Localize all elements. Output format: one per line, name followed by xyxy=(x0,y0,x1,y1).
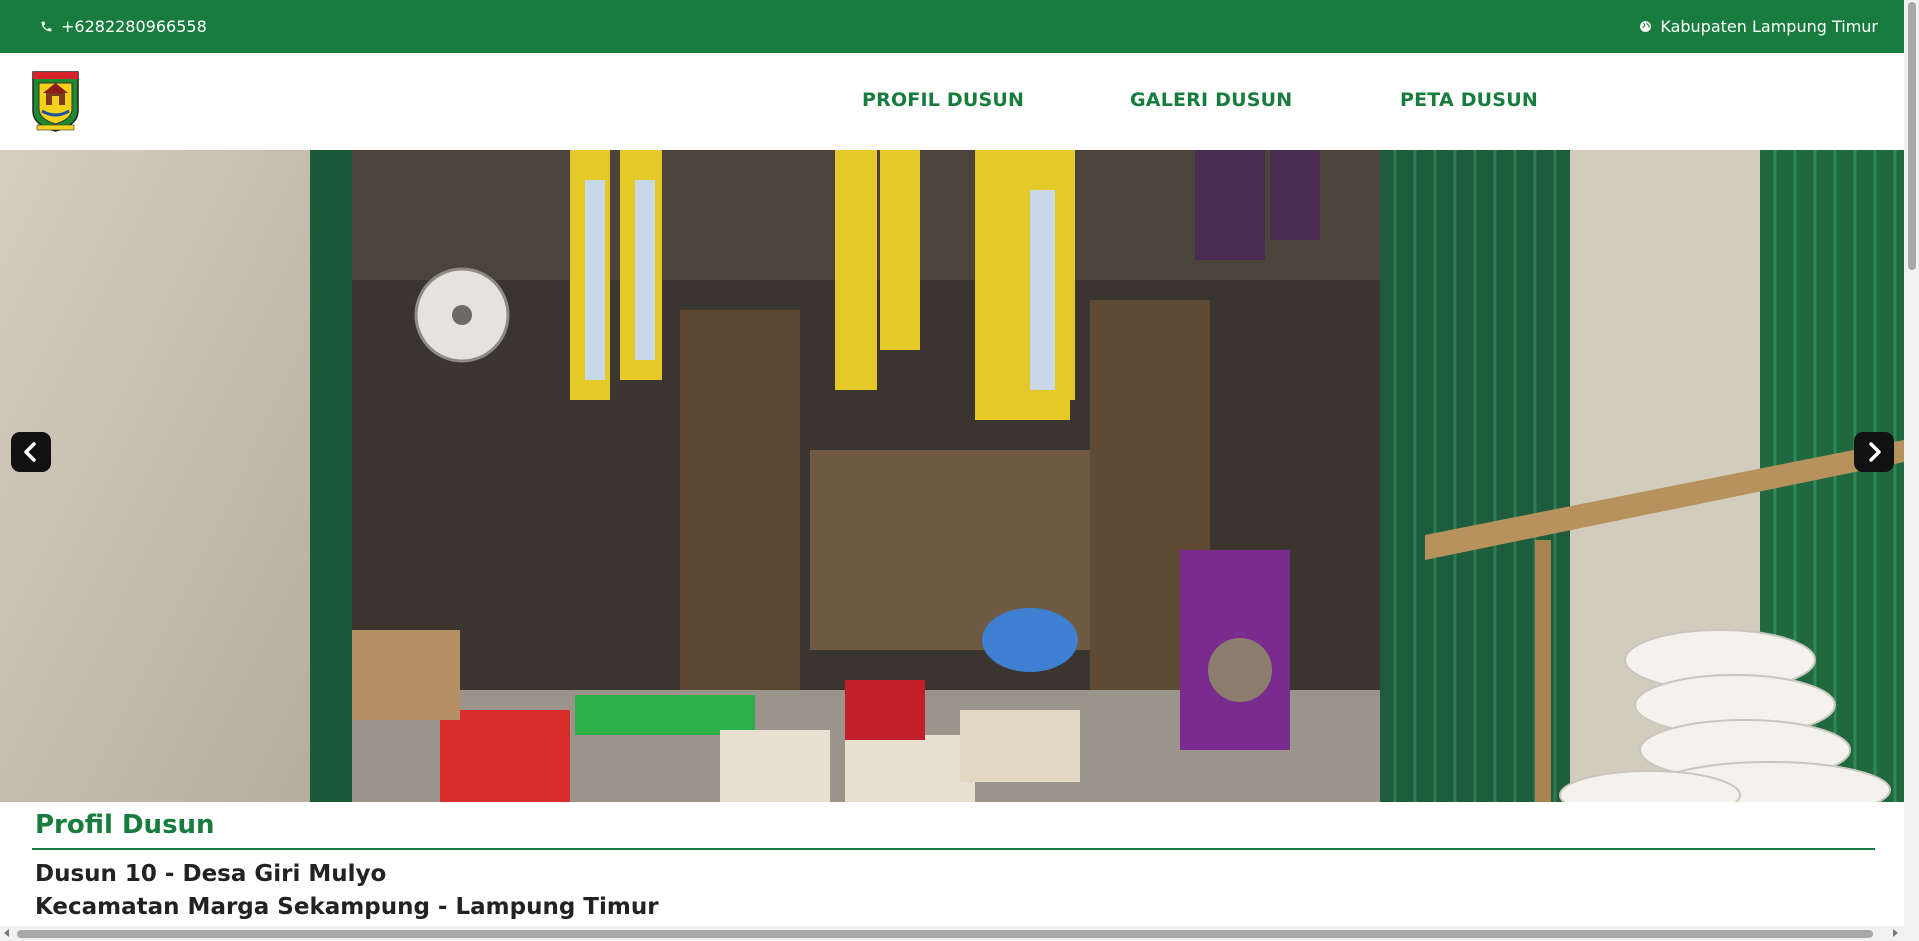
phone-contact[interactable]: +6282280966558 xyxy=(40,17,207,36)
carousel-prev-button[interactable] xyxy=(11,432,51,472)
carousel-next-button[interactable] xyxy=(1854,432,1894,472)
horizontal-scrollbar[interactable] xyxy=(0,926,1904,941)
profile-title: Profil Dusun xyxy=(35,810,215,840)
profile-dusun-name: Dusun 10 - Desa Giri Mulyo xyxy=(35,861,387,887)
main-navbar: PROFIL DUSUN GALERI DUSUN PETA DUSUN xyxy=(0,53,1904,150)
horizontal-scroll-thumb[interactable] xyxy=(17,930,1873,938)
top-bar: +6282280966558 Kabupaten Lampung Timur xyxy=(0,0,1904,53)
profile-section: Profil Dusun Dusun 10 - Desa Giri Mulyo … xyxy=(32,810,1875,920)
phone-number: +6282280966558 xyxy=(61,17,207,36)
nav-profil-dusun[interactable]: PROFIL DUSUN xyxy=(862,89,1024,111)
globe-icon xyxy=(1640,21,1652,32)
nav-galeri-dusun[interactable]: GALERI DUSUN xyxy=(1130,89,1292,111)
scroll-right-icon[interactable] xyxy=(1893,929,1898,937)
profile-divider xyxy=(32,848,1875,850)
vertical-scroll-thumb[interactable] xyxy=(1908,2,1916,270)
phone-icon xyxy=(41,21,52,32)
chevron-right-icon xyxy=(1869,442,1881,462)
lampung-timur-emblem[interactable] xyxy=(31,69,80,133)
region-label: Kabupaten Lampung Timur xyxy=(1639,17,1878,36)
nav-peta-dusun[interactable]: PETA DUSUN xyxy=(1400,89,1538,111)
profile-location: Kecamatan Marga Sekampung - Lampung Timu… xyxy=(35,894,659,920)
scroll-left-icon[interactable] xyxy=(4,929,9,937)
region-name: Kabupaten Lampung Timur xyxy=(1660,17,1878,36)
village-shop-photo xyxy=(0,150,1904,802)
hero-carousel xyxy=(0,150,1904,802)
vertical-scrollbar[interactable] xyxy=(1904,0,1919,941)
chevron-left-icon xyxy=(24,442,36,462)
